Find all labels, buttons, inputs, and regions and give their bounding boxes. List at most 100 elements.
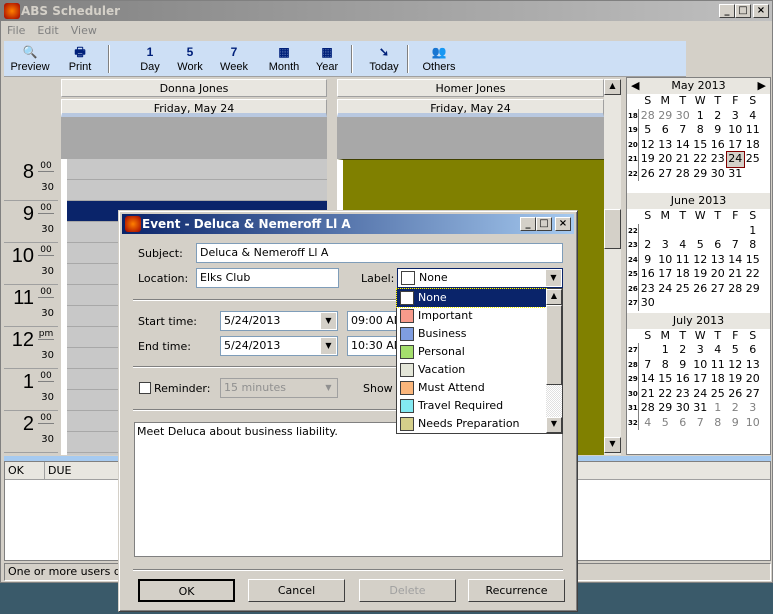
calendar-day[interactable]: 14 (727, 253, 745, 268)
calendar-day[interactable]: 30 (674, 401, 692, 416)
calendar-day[interactable]: 27 (657, 167, 675, 182)
column-ok[interactable]: OK (5, 462, 45, 479)
calendar-day[interactable]: 3 (657, 238, 675, 253)
calendar-day[interactable]: 4 (709, 343, 727, 358)
toolbar-work-button[interactable]: 5 Work (170, 43, 210, 75)
calendar-day[interactable]: 23 (674, 387, 692, 402)
menu-view[interactable]: View (71, 24, 97, 37)
calendar-day[interactable]: 27 (709, 282, 727, 297)
close-button[interactable]: × (555, 217, 571, 231)
chevron-down-icon[interactable]: ▼ (321, 338, 336, 354)
calendar-day[interactable]: 9 (639, 253, 657, 268)
calendar-day[interactable]: 10 (727, 123, 745, 138)
calendar-day[interactable]: 11 (674, 253, 692, 268)
toolbar-others-button[interactable]: 👥 Others (418, 43, 460, 75)
label-option[interactable]: Vacation (397, 361, 546, 379)
calendar-day[interactable]: 17 (657, 267, 675, 282)
scroll-up-button[interactable]: ▲ (546, 289, 562, 305)
calendar-day[interactable]: 28 (639, 401, 657, 416)
calendar-day[interactable]: 20 (657, 152, 675, 167)
calendar-day[interactable]: 25 (674, 282, 692, 297)
calendar-day[interactable]: 13 (744, 358, 762, 373)
calendar-day[interactable]: 25 (709, 387, 727, 402)
calendar-day[interactable]: 12 (727, 358, 745, 373)
calendar-day[interactable]: 29 (692, 167, 710, 182)
calendar-day[interactable]: 7 (674, 123, 692, 138)
selected-day[interactable]: 24 (725, 151, 745, 168)
scroll-down-button[interactable]: ▼ (546, 417, 562, 433)
calendar-day[interactable]: 14 (639, 372, 657, 387)
calendar-day[interactable]: 9 (727, 416, 745, 431)
toolbar-month-button[interactable]: ▦ Month (262, 43, 306, 75)
calendar-day[interactable]: 4 (639, 416, 657, 431)
calendar-day[interactable]: 7 (692, 416, 710, 431)
calendar-day[interactable]: 5 (692, 238, 710, 253)
calendar-day[interactable]: 1 (744, 224, 762, 239)
calendar-day[interactable]: 8 (657, 358, 675, 373)
scroll-thumb[interactable] (604, 209, 621, 249)
chevron-down-icon[interactable]: ▼ (546, 270, 561, 286)
calendar-day[interactable]: 18 (674, 267, 692, 282)
calendar-day[interactable]: 11 (744, 123, 762, 138)
time-slot[interactable] (67, 159, 327, 180)
dropdown-scrollbar[interactable]: ▲ ▼ (546, 289, 562, 433)
scroll-down-button[interactable]: ▼ (604, 437, 621, 453)
calendar-day[interactable]: 22 (744, 267, 762, 282)
calendar-day[interactable]: 5 (639, 123, 657, 138)
subject-input[interactable]: Deluca & Nemeroff Ll A (196, 243, 563, 263)
calendar-day[interactable]: 5 (727, 343, 745, 358)
calendar-day[interactable]: 19 (692, 267, 710, 282)
calendar-day[interactable]: 25 (744, 152, 762, 167)
calendar-day[interactable]: 2 (674, 343, 692, 358)
calendar-day[interactable]: 21 (674, 152, 692, 167)
column-due[interactable]: DUE (45, 462, 71, 479)
scroll-up-button[interactable]: ▲ (604, 79, 621, 95)
start-date-picker[interactable]: 5/24/2013 ▼ (220, 311, 338, 331)
calendar-day[interactable]: 22 (692, 152, 710, 167)
calendar-day[interactable]: 10 (692, 358, 710, 373)
calendar-day[interactable]: 29 (657, 401, 675, 416)
label-option[interactable]: None (396, 288, 547, 308)
chevron-down-icon[interactable]: ▼ (321, 313, 336, 329)
calendar-day[interactable]: 7 (639, 358, 657, 373)
calendar-day[interactable]: 26 (639, 167, 657, 182)
calendar-day[interactable]: 12 (692, 253, 710, 268)
label-option[interactable]: Personal (397, 343, 546, 361)
calendar-day[interactable]: 7 (727, 238, 745, 253)
calendar-day[interactable]: 30 (674, 109, 692, 124)
toolbar-today-button[interactable]: ➘ Today (364, 43, 404, 75)
calendar-day[interactable]: 29 (744, 282, 762, 297)
calendar-day[interactable]: 21 (727, 267, 745, 282)
calendar-day[interactable]: 9 (709, 123, 727, 138)
location-input[interactable]: Elks Club (196, 268, 339, 288)
toolbar-print-button[interactable]: 🖶 Print (62, 43, 98, 75)
calendar-day[interactable]: 28 (727, 282, 745, 297)
calendar-day[interactable]: 24 (657, 282, 675, 297)
calendar-day[interactable]: 15 (692, 138, 710, 153)
calendar-day[interactable]: 28 (639, 109, 657, 124)
calendar-day[interactable]: 23 (709, 152, 727, 167)
calendar-day[interactable]: 31 (727, 167, 745, 182)
calendar-day[interactable]: 6 (709, 238, 727, 253)
calendar-day[interactable]: 20 (744, 372, 762, 387)
time-slot[interactable] (67, 180, 327, 201)
calendar-day[interactable]: 19 (727, 372, 745, 387)
calendar-day[interactable]: 11 (709, 358, 727, 373)
calendar-day[interactable]: 12 (639, 138, 657, 153)
calendar-day[interactable]: 23 (639, 282, 657, 297)
calendar-day[interactable]: 1 (692, 109, 710, 124)
label-select[interactable]: None ▼ (397, 268, 563, 288)
calendar-day[interactable]: 10 (744, 416, 762, 431)
toolbar-day-button[interactable]: 1 Day (132, 43, 168, 75)
calendar-day[interactable]: 26 (727, 387, 745, 402)
calendar-day[interactable]: 13 (657, 138, 675, 153)
label-option[interactable]: Business (397, 325, 546, 343)
calendar-day[interactable]: 16 (639, 267, 657, 282)
calendar-day[interactable]: 5 (657, 416, 675, 431)
calendar-day[interactable]: 15 (744, 253, 762, 268)
menu-file[interactable]: File (7, 24, 25, 37)
calendar-day[interactable]: 17 (692, 372, 710, 387)
maximize-button[interactable]: □ (735, 4, 751, 18)
minimize-button[interactable]: _ (520, 217, 536, 231)
calendar-day[interactable]: 3 (727, 109, 745, 124)
